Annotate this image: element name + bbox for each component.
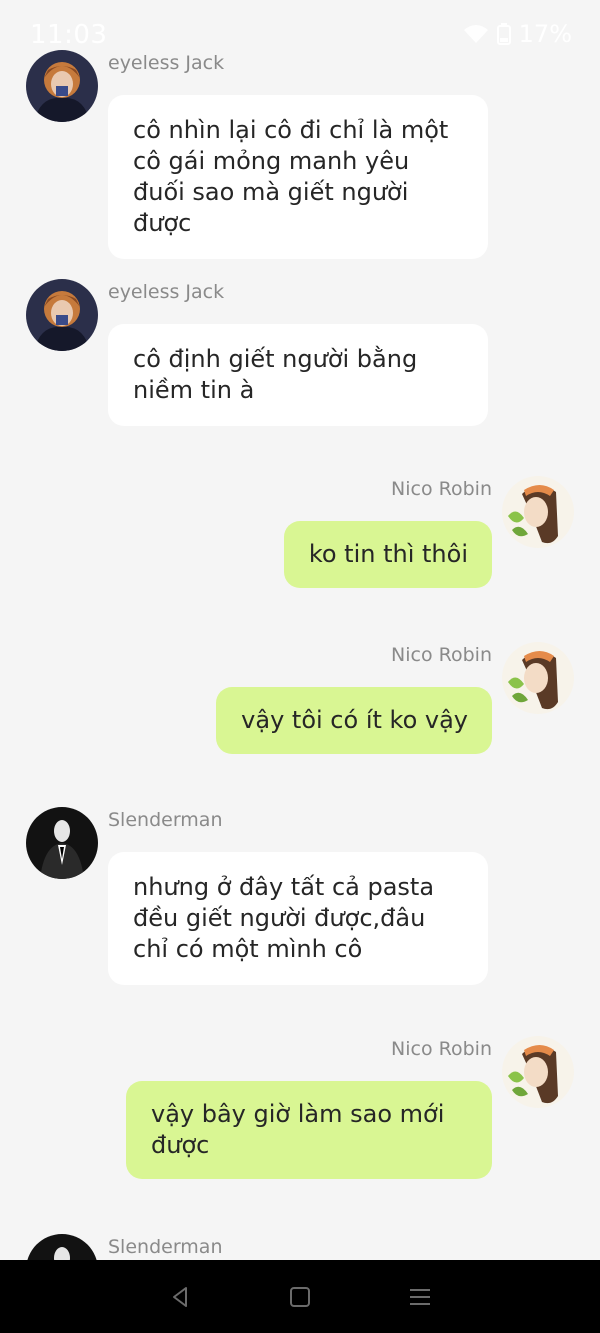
- slenderman-avatar[interactable]: [26, 807, 98, 879]
- sender-name: Slenderman: [108, 1236, 223, 1258]
- message-bubble[interactable]: ko tin thì thôi: [283, 521, 492, 588]
- message-bubble[interactable]: vậy tôi có ít ko vậy: [216, 687, 492, 754]
- sender-name: eyeless Jack: [108, 52, 225, 74]
- message-bubble[interactable]: cô nhìn lại cô đi chỉ là một cô gái mỏng…: [108, 95, 488, 259]
- eyeless-jack-avatar[interactable]: [26, 50, 98, 122]
- nico-robin-avatar[interactable]: [502, 476, 574, 548]
- nico-robin-avatar[interactable]: [502, 1036, 574, 1108]
- sender-name: Slenderman: [108, 809, 223, 831]
- home-icon[interactable]: [280, 1277, 320, 1317]
- navigation-bar: [0, 1260, 600, 1333]
- nico-robin-avatar[interactable]: [502, 642, 574, 714]
- sender-name: Nico Robin: [391, 644, 492, 666]
- message-bubble[interactable]: nhưng ở đây tất cả pasta đều giết người …: [108, 852, 488, 985]
- sender-name: eyeless Jack: [108, 281, 225, 303]
- slenderman-avatar[interactable]: [26, 1234, 98, 1260]
- eyeless-jack-avatar[interactable]: [26, 279, 98, 351]
- back-icon[interactable]: [160, 1277, 200, 1317]
- sender-name: Nico Robin: [391, 1038, 492, 1060]
- message-bubble[interactable]: cô định giết người bằng niềm tin à: [108, 324, 488, 426]
- recents-icon[interactable]: [400, 1277, 440, 1317]
- sender-name: Nico Robin: [391, 478, 492, 500]
- chat-list[interactable]: eyeless Jack cô nhìn lại cô đi chỉ là mộ…: [0, 0, 600, 1260]
- message-bubble[interactable]: vậy bây giờ làm sao mới được: [126, 1081, 492, 1179]
